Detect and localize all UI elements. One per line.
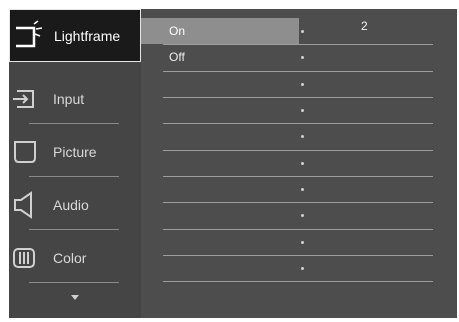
osd-window: Lightframe Input Picture Audio Color On … (9, 9, 457, 318)
option-label: Off (169, 50, 185, 64)
dot-marker (301, 135, 304, 138)
option-label: On (169, 24, 186, 38)
dot-marker (301, 83, 304, 86)
menu-item-input[interactable]: Input (9, 72, 141, 125)
value-readout: 2 (361, 19, 368, 33)
divider (163, 150, 433, 151)
picture-icon (11, 136, 43, 168)
menu-item-label: Input (53, 90, 85, 107)
dot-marker (301, 162, 304, 165)
menu-item-lightframe[interactable]: Lightframe (9, 9, 141, 62)
input-icon (11, 83, 43, 115)
menu-item-picture[interactable]: Picture (9, 125, 141, 178)
lightframe-icon (12, 19, 44, 52)
dot-marker (301, 241, 304, 244)
menu-divider (29, 282, 119, 283)
menu-divider (29, 176, 119, 177)
divider (163, 71, 433, 72)
menu-item-label: Lightframe (54, 27, 121, 44)
dot-marker (301, 188, 304, 191)
divider (163, 255, 433, 256)
divider (163, 97, 433, 98)
divider (163, 281, 433, 282)
divider (163, 176, 433, 177)
menu-item-label: Picture (53, 143, 97, 160)
menu-item-audio[interactable]: Audio (9, 178, 141, 231)
color-icon (11, 242, 43, 274)
menu-item-color[interactable]: Color (9, 231, 141, 284)
speaker-icon (11, 189, 43, 221)
divider (163, 123, 433, 124)
dot-marker (301, 214, 304, 217)
chevron-down-icon[interactable] (71, 295, 79, 300)
menu-item-label: Color (53, 249, 87, 266)
menu-item-label: Audio (53, 196, 89, 213)
dot-marker (301, 56, 304, 59)
dot-marker (301, 109, 304, 112)
option-on[interactable]: On (141, 18, 299, 44)
dot-marker (301, 267, 304, 270)
menu-divider (29, 229, 119, 230)
main-menu: Lightframe Input Picture Audio Color (9, 9, 141, 318)
option-off[interactable]: Off (141, 44, 457, 70)
submenu-panel: On 2 Off (141, 9, 457, 318)
menu-divider (29, 123, 119, 124)
dot-marker (301, 30, 304, 33)
divider (163, 202, 433, 203)
divider (163, 229, 433, 230)
